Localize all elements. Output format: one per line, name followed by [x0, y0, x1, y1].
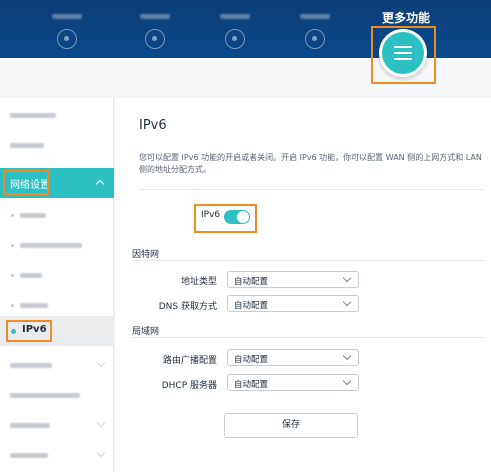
address-type-select[interactable]: 自动配置	[227, 271, 359, 288]
nav-icon	[305, 29, 325, 49]
dns-label: DNS 获取方式	[158, 302, 217, 312]
sidebar-item-label	[20, 273, 42, 278]
sidebar-item[interactable]	[0, 130, 114, 160]
address-type-value: 自动配置	[234, 277, 269, 287]
sidebar-item[interactable]	[0, 350, 114, 380]
page-description: 您可以配置 IPv6 功能的开启或者关闭。开启 IPv6 功能，你可以配置 WA…	[139, 153, 482, 174]
sidebar-item[interactable]	[0, 410, 114, 440]
nav-item-1[interactable]	[42, 10, 92, 58]
chevron-down-icon	[96, 418, 106, 428]
sidebar-subitem[interactable]	[0, 230, 114, 260]
chevron-down-icon	[342, 351, 352, 361]
chevron-down-icon	[96, 358, 106, 368]
sidebar-item-label	[10, 453, 48, 458]
sidebar-subitem[interactable]	[0, 200, 114, 230]
divider	[139, 189, 484, 190]
chevron-up-icon	[95, 179, 105, 189]
divider	[132, 260, 484, 261]
sidebar-item-label	[10, 113, 56, 118]
sidebar-item-label	[10, 393, 80, 398]
router-advert-value: 自动配置	[234, 355, 269, 365]
section-title-lan: 局域网	[132, 327, 160, 337]
highlight-frame-toggle	[194, 204, 257, 233]
highlight-frame-network	[3, 170, 49, 195]
save-button[interactable]: 保存	[224, 413, 358, 438]
highlight-frame-more	[371, 26, 436, 84]
bullet-icon	[11, 274, 14, 277]
sidebar-item-label	[20, 213, 46, 218]
bullet-icon	[11, 304, 14, 307]
bullet-icon	[11, 214, 14, 217]
sidebar-item-label	[20, 303, 48, 308]
nav-icon	[145, 29, 165, 49]
divider	[132, 337, 484, 338]
sidebar-item-label	[10, 143, 44, 148]
bullet-icon	[11, 244, 14, 247]
sidebar-item[interactable]	[0, 380, 114, 410]
nav-icon	[225, 29, 245, 49]
more-functions-label: 更多功能	[382, 11, 431, 25]
dhcp-server-select[interactable]: 自动配置	[227, 374, 359, 391]
nav-icon	[57, 29, 77, 49]
nav-item-label	[52, 14, 82, 19]
sidebar-item[interactable]	[0, 440, 114, 470]
chevron-down-icon	[342, 376, 352, 386]
dns-select[interactable]: 自动配置	[227, 295, 359, 312]
nav-item-label	[140, 14, 170, 19]
dhcp-server-label: DHCP 服务器	[161, 381, 217, 391]
chevron-down-icon	[96, 448, 106, 458]
dns-value: 自动配置	[234, 301, 269, 311]
dhcp-server-value: 自动配置	[234, 380, 269, 390]
sidebar-item-label	[20, 243, 82, 248]
highlight-frame-ipv6	[6, 320, 52, 342]
nav-item-label	[220, 14, 250, 19]
nav-item-label	[300, 14, 330, 19]
sidebar-item-label	[10, 363, 52, 368]
page-title: IPv6	[139, 118, 167, 133]
sidebar	[0, 98, 114, 472]
nav-item-4[interactable]	[290, 10, 340, 58]
router-settings-page: 更多功能 网络设置 IPv6 IPv6 您可以配置 IPv6 功能的开启或者关闭…	[0, 0, 491, 472]
nav-item-3[interactable]	[210, 10, 260, 58]
chevron-down-icon	[342, 273, 352, 283]
chevron-down-icon	[342, 297, 352, 307]
section-title-wan: 因特网	[132, 250, 160, 260]
sidebar-subitem[interactable]	[0, 260, 114, 290]
router-advert-label: 路由广播配置	[162, 356, 217, 366]
address-type-label: 地址类型	[180, 277, 217, 287]
router-advert-select[interactable]: 自动配置	[227, 349, 359, 366]
sidebar-item[interactable]	[0, 100, 114, 130]
nav-item-2[interactable]	[130, 10, 180, 58]
sidebar-item-label	[10, 423, 50, 428]
